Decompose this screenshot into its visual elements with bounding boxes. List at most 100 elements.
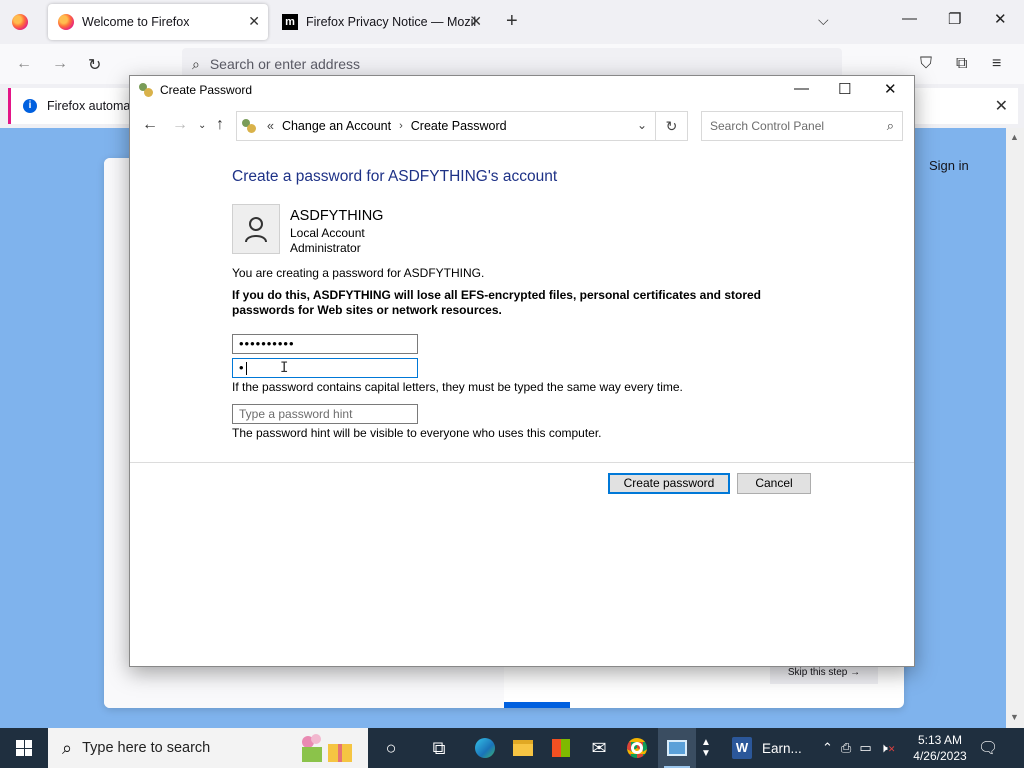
close-icon[interactable]: ✕ xyxy=(884,80,897,98)
word-taskbar-button[interactable]: W Earn... xyxy=(726,728,806,768)
task-view-icon[interactable]: ⧉ xyxy=(420,728,458,768)
sign-in-link[interactable]: Sign in xyxy=(929,158,969,173)
taskbar-search-placeholder: Type here to search xyxy=(82,740,211,756)
scroll-down-icon[interactable]: ▼ xyxy=(1010,712,1019,722)
close-tab-icon[interactable]: ✕ xyxy=(470,13,482,30)
explorer-nav-row: ← → ⌄ ↑ « Change an Account › Create Pas… xyxy=(130,110,914,142)
tab-title: Firefox Privacy Notice — Mozill xyxy=(306,15,476,29)
address-dropdown-chevron-icon[interactable]: ⌄ xyxy=(637,118,647,132)
system-tray: ⌃ ⎙ ▭ 🕨✕ xyxy=(814,728,895,768)
password-hint-placeholder: Type a password hint xyxy=(239,407,353,421)
account-type: Local Account xyxy=(290,226,365,240)
chrome-icon[interactable] xyxy=(618,728,656,768)
create-password-window: Create Password — ☐ ✕ ← → ⌄ ↑ « Change a… xyxy=(129,75,915,667)
mail-icon[interactable]: ✉ xyxy=(580,728,618,768)
maximize-icon[interactable]: ☐ xyxy=(838,80,851,98)
word-app-label: Earn... xyxy=(762,740,802,756)
create-password-button[interactable]: Create password xyxy=(608,473,730,494)
user-avatar xyxy=(232,204,280,254)
text-caret xyxy=(245,362,247,376)
confirm-password-field[interactable]: • xyxy=(232,358,418,378)
network-icon[interactable]: ▭ xyxy=(859,740,871,756)
firefox-tab-icon xyxy=(58,14,74,30)
user-accounts-icon xyxy=(241,118,257,134)
search-control-panel-input[interactable]: Search Control Panel ⌕ xyxy=(701,111,903,141)
close-tab-icon[interactable]: ✕ xyxy=(248,13,260,30)
taskbar-overflow-arrows-icon[interactable]: ▲ ▼ xyxy=(696,728,716,768)
address-placeholder: Search or enter address xyxy=(209,56,361,72)
microsoft-store-icon[interactable] xyxy=(542,728,580,768)
back-arrow-icon[interactable]: ← xyxy=(142,116,158,134)
forward-arrow-icon[interactable]: → xyxy=(172,116,188,134)
breadcrumb-create-password[interactable]: Create Password xyxy=(411,119,507,133)
page-heading: Create a password for ASDFYTHING's accou… xyxy=(232,168,558,185)
scroll-up-icon[interactable]: ▲ xyxy=(1010,132,1019,142)
minimize-icon[interactable]: — xyxy=(902,10,917,27)
divider xyxy=(130,462,914,463)
search-icon: ⌕ xyxy=(886,118,894,133)
window-title-bar[interactable]: Create Password — ☐ ✕ xyxy=(130,76,914,104)
page-scrollbar[interactable]: ▲ ▼ xyxy=(1006,128,1024,728)
search-icon: ⌕ xyxy=(192,55,200,72)
list-tabs-chevron-icon[interactable]: ⌵ xyxy=(818,12,829,29)
mozilla-tab-icon: m xyxy=(282,14,298,30)
show-hidden-icons-chevron-icon[interactable]: ⌃ xyxy=(822,740,833,756)
extensions-icon[interactable]: ⧉ xyxy=(956,55,967,73)
meet-now-icon[interactable]: ⎙ xyxy=(841,740,851,756)
hint-visibility-note: The password hint will be visible to eve… xyxy=(232,426,602,440)
password-hint-field[interactable]: Type a password hint xyxy=(232,404,418,424)
account-name: ASDFYTHING xyxy=(290,208,384,224)
word-icon: W xyxy=(732,737,752,759)
control-panel-taskbar-icon[interactable] xyxy=(658,728,696,768)
close-notice-icon[interactable]: ✕ xyxy=(995,96,1008,116)
new-password-value: •••••••••• xyxy=(239,336,295,351)
user-accounts-icon xyxy=(138,82,154,98)
notifications-icon[interactable]: 🗨 xyxy=(978,738,998,758)
user-silhouette-icon xyxy=(245,217,267,243)
search-placeholder: Search Control Panel xyxy=(710,119,825,133)
windows-taskbar: ⌕ Type here to search ○ ⧉ ✉ ▲ ▼ W Earn...… xyxy=(0,728,1024,768)
recent-locations-chevron-icon[interactable]: ⌄ xyxy=(198,120,206,131)
back-arrow-icon[interactable]: ← xyxy=(16,55,32,73)
efs-warning-text: If you do this, ASDFYTHING will lose all… xyxy=(232,288,762,317)
search-icon: ⌕ xyxy=(62,737,73,758)
account-role: Administrator xyxy=(290,241,361,255)
edge-browser-icon[interactable] xyxy=(466,728,504,768)
hamburger-menu-icon[interactable]: ≡ xyxy=(992,55,1001,73)
new-password-field[interactable]: •••••••••• xyxy=(232,334,418,354)
cancel-button[interactable]: Cancel xyxy=(737,473,811,494)
notice-text: Firefox automati xyxy=(47,99,137,113)
tab-firefox-privacy-notice[interactable]: m Firefox Privacy Notice — Mozill ✕ xyxy=(272,4,490,40)
breadcrumb-change-an-account[interactable]: Change an Account xyxy=(282,119,391,133)
minimize-icon[interactable]: — xyxy=(794,80,809,97)
pocket-icon[interactable]: ⛉ xyxy=(920,55,932,73)
breadcrumb-separator-icon[interactable]: › xyxy=(399,120,403,132)
restore-icon[interactable]: ❐ xyxy=(948,10,961,28)
close-window-icon[interactable]: ✕ xyxy=(994,10,1007,28)
tab-title: Welcome to Firefox xyxy=(82,15,190,29)
capital-letters-note: If the password contains capital letters… xyxy=(232,380,683,394)
tab-welcome-to-firefox[interactable]: Welcome to Firefox ✕ xyxy=(48,4,268,40)
forward-arrow-icon[interactable]: → xyxy=(52,55,68,73)
start-button[interactable] xyxy=(0,728,48,768)
taskbar-search-box[interactable]: ⌕ Type here to search xyxy=(48,728,368,768)
cortana-icon[interactable]: ○ xyxy=(372,728,410,768)
new-tab-plus-icon[interactable]: + xyxy=(506,10,518,33)
reload-icon[interactable]: ↻ xyxy=(88,55,101,75)
confirm-password-value: • xyxy=(239,360,245,375)
onboarding-progress-indicator xyxy=(504,702,570,708)
up-arrow-icon[interactable]: ↑ xyxy=(216,116,224,134)
overflow-chevron-icon[interactable]: « xyxy=(267,119,274,133)
search-highlight-gift-icon xyxy=(302,734,352,762)
firefox-tab-bar: Welcome to Firefox ✕ m Firefox Privacy N… xyxy=(0,0,1024,44)
volume-muted-icon[interactable]: 🕨✕ xyxy=(880,740,896,756)
window-title: Create Password xyxy=(160,83,253,97)
clock[interactable]: 5:13 AM 4/26/2023 xyxy=(910,732,970,764)
windows-logo-icon xyxy=(16,740,32,756)
breadcrumb-address-bar[interactable]: « Change an Account › Create Password ⌄ … xyxy=(236,111,688,141)
refresh-icon[interactable]: ↻ xyxy=(655,112,687,140)
clock-date: 4/26/2023 xyxy=(913,749,967,763)
file-explorer-icon[interactable] xyxy=(504,728,542,768)
info-icon: i xyxy=(23,99,37,113)
firefox-menu-icon[interactable] xyxy=(12,14,28,33)
